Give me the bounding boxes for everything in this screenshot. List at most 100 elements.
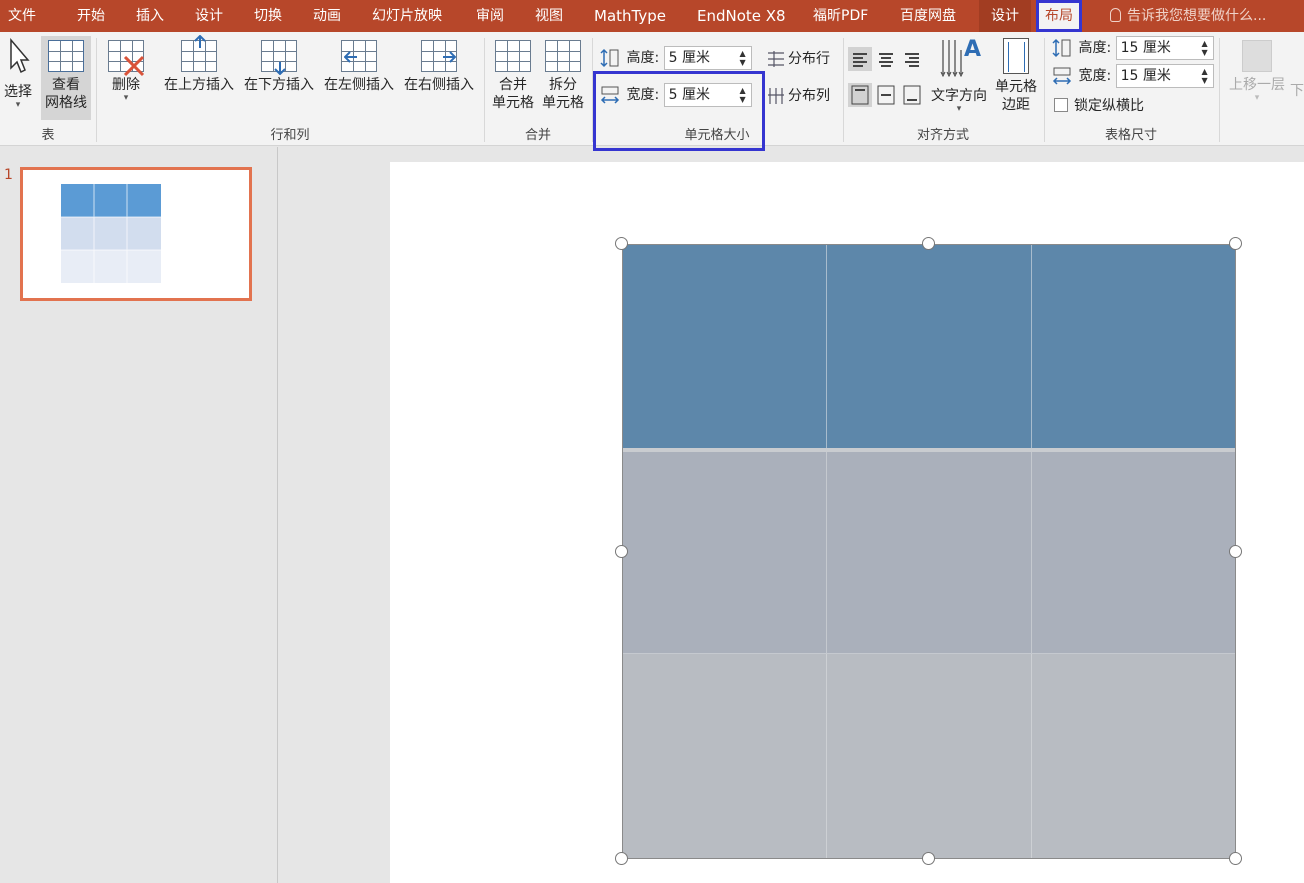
table-cell[interactable] — [623, 452, 827, 654]
tab-view[interactable]: 视图 — [535, 0, 563, 32]
table-width-icon — [1052, 67, 1072, 85]
align-middle-button[interactable] — [874, 83, 898, 107]
resize-handle-left[interactable] — [615, 545, 628, 558]
resize-handle-bottom[interactable] — [922, 852, 935, 865]
delete-button[interactable]: 删除 ▾ — [104, 40, 148, 103]
send-backward-button[interactable]: 下 — [1290, 82, 1304, 100]
table-width-label: 宽度: — [1078, 68, 1112, 84]
table-width-input[interactable]: 15 厘米 ▲ ▼ — [1115, 64, 1214, 88]
tab-table-design[interactable]: 设计 — [979, 0, 1031, 32]
insert-left-button[interactable]: 在左侧插入 — [320, 40, 398, 94]
insert-left-label: 在左侧插入 — [324, 77, 394, 93]
merge-cells-icon — [495, 40, 531, 72]
checkbox-box[interactable] — [1054, 98, 1068, 112]
merge-cells-button[interactable]: 合并 单元格 — [490, 40, 536, 112]
cell-margins-button[interactable]: 单元格 边距 — [992, 38, 1040, 114]
text-direction-label: 文字方向 — [931, 88, 987, 104]
row-height-icon — [600, 48, 619, 68]
selected-table[interactable] — [622, 244, 1236, 859]
cell-height-value: 5 厘米 — [668, 50, 710, 66]
resize-handle-right[interactable] — [1229, 545, 1242, 558]
text-direction-icon: A — [940, 37, 981, 78]
chevron-down-icon: ▾ — [1254, 93, 1260, 103]
view-gridlines-label-1: 查看 — [52, 77, 80, 93]
group-label-table-size: 表格尺寸 — [1104, 128, 1157, 143]
align-top-button[interactable] — [848, 83, 872, 107]
slide-thumbnail[interactable] — [20, 167, 252, 301]
table-height-label: 高度: — [1078, 40, 1112, 56]
spinner-arrows-icon[interactable]: ▲ ▼ — [1201, 67, 1207, 85]
insert-right-button[interactable]: 在右侧插入 — [400, 40, 478, 94]
resize-handle-bottom-right[interactable] — [1229, 852, 1242, 865]
cell-margins-label-2: 边距 — [1002, 97, 1030, 113]
resize-handle-top-right[interactable] — [1229, 237, 1242, 250]
svg-text:A: A — [964, 37, 981, 62]
tab-endnote[interactable]: EndNote X8 — [697, 0, 786, 32]
tab-file[interactable]: 文件 — [8, 0, 36, 32]
group-label-merge: 合并 — [524, 128, 551, 143]
select-button[interactable]: 选择 ▾ — [0, 37, 36, 110]
group-label-rows-cols: 行和列 — [270, 128, 310, 143]
table-cell[interactable] — [827, 245, 1032, 448]
text-direction-button[interactable]: A 文字方向 ▾ — [928, 36, 990, 114]
tell-me-search[interactable]: 告诉我您想要做什么... — [1110, 0, 1266, 32]
table-height-input[interactable]: 15 厘米 ▲ ▼ — [1115, 36, 1214, 60]
tab-design[interactable]: 设计 — [195, 0, 223, 32]
table-cell[interactable] — [1032, 452, 1235, 654]
insert-above-label: 在上方插入 — [164, 77, 234, 93]
table-width-value: 15 厘米 — [1120, 68, 1171, 84]
align-right-button[interactable] — [900, 47, 924, 71]
table-cell[interactable] — [623, 245, 827, 448]
resize-handle-bottom-left[interactable] — [615, 852, 628, 865]
distribute-rows-button[interactable]: 分布行 — [766, 48, 830, 69]
tab-table-layout[interactable]: 布局 — [1036, 0, 1082, 32]
tab-home[interactable]: 开始 — [77, 0, 105, 32]
insert-below-icon — [261, 40, 297, 75]
insert-right-label: 在右侧插入 — [404, 77, 474, 93]
table-cell[interactable] — [827, 654, 1032, 858]
tab-review[interactable]: 审阅 — [476, 0, 504, 32]
distribute-columns-icon — [768, 88, 784, 104]
tab-transitions[interactable]: 切换 — [254, 0, 282, 32]
insert-below-button[interactable]: 在下方插入 — [240, 40, 318, 94]
ribbon: 选择 ▾ 查看 网格线 表 删除 ▾ 在上方插入 在下方插入 在左侧插入 在右侧… — [0, 32, 1304, 151]
table-cell[interactable] — [1032, 654, 1235, 858]
split-cells-button[interactable]: 拆分 单元格 — [540, 40, 586, 112]
table-cell[interactable] — [827, 452, 1032, 654]
tab-baidu-netdisk[interactable]: 百度网盘 — [900, 0, 956, 32]
resize-handle-top[interactable] — [922, 237, 935, 250]
distribute-columns-button[interactable]: 分布列 — [766, 85, 830, 106]
view-gridlines-label-2: 网格线 — [45, 95, 87, 111]
delete-label: 删除 — [112, 77, 140, 93]
resize-handle-top-left[interactable] — [615, 237, 628, 250]
table-height-row: 高度: 15 厘米 ▲ ▼ — [1052, 36, 1214, 60]
split-label-2: 单元格 — [542, 95, 584, 111]
insert-above-button[interactable]: 在上方插入 — [160, 35, 238, 94]
table-cell[interactable] — [1032, 245, 1235, 448]
table-cell[interactable] — [623, 654, 827, 858]
tab-insert[interactable]: 插入 — [136, 0, 164, 32]
spinner-arrows-icon[interactable]: ▲ ▼ — [739, 49, 745, 67]
tab-slideshow[interactable]: 幻灯片放映 — [372, 0, 442, 32]
tab-animations[interactable]: 动画 — [313, 0, 341, 32]
tab-mathtype[interactable]: MathType — [594, 0, 666, 32]
lightbulb-icon — [1110, 8, 1121, 22]
spinner-arrows-icon[interactable]: ▲ ▼ — [1201, 39, 1207, 57]
group-label-cell-size: 单元格大小 — [684, 128, 750, 143]
tab-foxit-pdf[interactable]: 福昕PDF — [813, 0, 868, 32]
bring-forward-button[interactable]: 上移一层 ▾ — [1224, 40, 1290, 103]
cursor-arrow-icon — [10, 37, 30, 74]
align-left-button[interactable] — [848, 47, 872, 71]
view-gridlines-button[interactable]: 查看 网格线 — [41, 36, 91, 120]
insert-above-icon — [181, 35, 217, 72]
align-center-button[interactable] — [874, 47, 898, 71]
align-top-icon — [851, 85, 869, 105]
bring-forward-icon — [1242, 40, 1272, 72]
tell-me-text: 告诉我您想要做什么... — [1127, 8, 1267, 24]
insert-left-icon — [341, 40, 377, 72]
chevron-down-icon: ▾ — [956, 104, 962, 114]
distribute-columns-label: 分布列 — [788, 88, 830, 104]
cell-height-input[interactable]: 5 厘米 ▲ ▼ — [663, 46, 752, 70]
lock-aspect-ratio-checkbox[interactable]: 锁定纵横比 — [1054, 95, 1144, 115]
align-bottom-button[interactable] — [900, 83, 924, 107]
